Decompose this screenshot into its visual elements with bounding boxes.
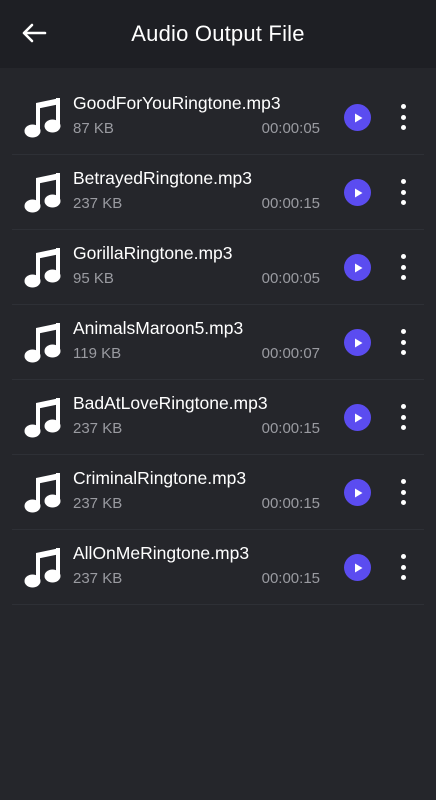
play-icon xyxy=(354,188,362,197)
file-name: AnimalsMaroon5.mp3 xyxy=(73,318,244,338)
more-vertical-icon-dot xyxy=(400,479,406,484)
more-options-button[interactable] xyxy=(393,254,413,280)
more-vertical-icon-dot xyxy=(400,125,406,130)
more-vertical-icon-dot xyxy=(400,404,406,409)
more-vertical-icon-dot xyxy=(400,254,406,259)
more-vertical-icon-dot xyxy=(400,104,406,109)
more-vertical-icon-dot xyxy=(400,425,406,430)
file-duration: 00:00:15 xyxy=(261,420,320,437)
file-list-item[interactable]: GorillaRingtone.mp3 95 KB 00:00:05 xyxy=(0,230,436,305)
file-list-item[interactable]: CriminalRingtone.mp3 237 KB 00:00:15 xyxy=(0,455,436,530)
play-icon xyxy=(354,263,362,272)
play-button[interactable] xyxy=(344,554,371,581)
file-name: GorillaRingtone.mp3 xyxy=(73,243,233,263)
more-vertical-icon-dot xyxy=(400,554,406,559)
music-note-icon xyxy=(24,248,61,288)
page-title: Audio Output File xyxy=(131,21,305,46)
more-vertical-icon-dot xyxy=(400,275,406,280)
more-vertical-icon-dot xyxy=(400,329,406,334)
file-size: 237 KB xyxy=(73,570,123,587)
music-note-icon xyxy=(24,323,61,363)
file-duration: 00:00:05 xyxy=(261,120,320,137)
play-icon xyxy=(354,413,362,422)
more-vertical-icon-dot xyxy=(400,179,406,184)
play-icon xyxy=(354,113,362,122)
more-vertical-icon-dot xyxy=(400,200,406,205)
more-options-button[interactable] xyxy=(393,329,413,355)
file-size: 237 KB xyxy=(73,195,123,212)
music-note-icon xyxy=(24,98,61,138)
file-list-item[interactable]: BadAtLoveRingtone.mp3 237 KB 00:00:15 xyxy=(0,380,436,455)
music-note-icon xyxy=(24,548,61,588)
more-options-button[interactable] xyxy=(393,179,413,205)
play-button[interactable] xyxy=(344,104,371,131)
play-button[interactable] xyxy=(344,254,371,281)
file-size: 87 KB xyxy=(73,120,114,137)
more-options-button[interactable] xyxy=(393,404,413,430)
file-name: CriminalRingtone.mp3 xyxy=(73,468,247,488)
more-vertical-icon-dot xyxy=(400,414,406,420)
play-icon xyxy=(354,488,362,497)
music-note-icon xyxy=(24,398,61,438)
more-vertical-icon-dot xyxy=(400,350,406,355)
more-vertical-icon-dot xyxy=(400,114,406,120)
file-size: 237 KB xyxy=(73,495,123,512)
file-size: 95 KB xyxy=(73,270,114,287)
file-name: GoodForYouRingtone.mp3 xyxy=(73,93,281,113)
file-name: AllOnMeRingtone.mp3 xyxy=(73,543,250,563)
file-size: 119 KB xyxy=(73,345,122,362)
file-list: GoodForYouRingtone.mp3 87 KB 00:00:05 Be… xyxy=(0,80,436,605)
more-vertical-icon-dot xyxy=(400,564,406,570)
app-bar: Audio Output File xyxy=(0,0,436,68)
more-vertical-icon-dot xyxy=(400,500,406,505)
play-button[interactable] xyxy=(344,479,371,506)
play-button[interactable] xyxy=(344,404,371,431)
more-vertical-icon-dot xyxy=(400,189,406,195)
file-duration: 00:00:15 xyxy=(261,195,320,212)
file-duration: 00:00:15 xyxy=(261,570,320,587)
more-options-button[interactable] xyxy=(393,104,413,130)
file-duration: 00:00:07 xyxy=(261,345,320,362)
file-duration: 00:00:15 xyxy=(261,495,320,512)
more-vertical-icon-dot xyxy=(400,575,406,580)
file-size: 237 KB xyxy=(73,420,123,437)
play-button[interactable] xyxy=(344,329,371,356)
file-duration: 00:00:05 xyxy=(261,270,320,287)
file-list-item[interactable]: GoodForYouRingtone.mp3 87 KB 00:00:05 xyxy=(0,80,436,155)
file-name: BadAtLoveRingtone.mp3 xyxy=(73,393,268,413)
play-icon xyxy=(354,563,362,572)
more-vertical-icon-dot xyxy=(400,339,406,345)
file-list-item[interactable]: BetrayedRingtone.mp3 237 KB 00:00:15 xyxy=(0,155,436,230)
music-note-icon xyxy=(24,473,61,513)
play-button[interactable] xyxy=(344,179,371,206)
file-list-item[interactable]: AnimalsMaroon5.mp3 119 KB 00:00:07 xyxy=(0,305,436,380)
file-name: BetrayedRingtone.mp3 xyxy=(73,168,252,188)
more-vertical-icon-dot xyxy=(400,489,406,495)
file-list-item[interactable]: AllOnMeRingtone.mp3 237 KB 00:00:15 xyxy=(0,530,436,605)
music-note-icon xyxy=(24,173,61,213)
more-options-button[interactable] xyxy=(393,479,413,505)
more-options-button[interactable] xyxy=(393,554,413,580)
more-vertical-icon-dot xyxy=(400,264,406,270)
play-icon xyxy=(354,338,362,347)
